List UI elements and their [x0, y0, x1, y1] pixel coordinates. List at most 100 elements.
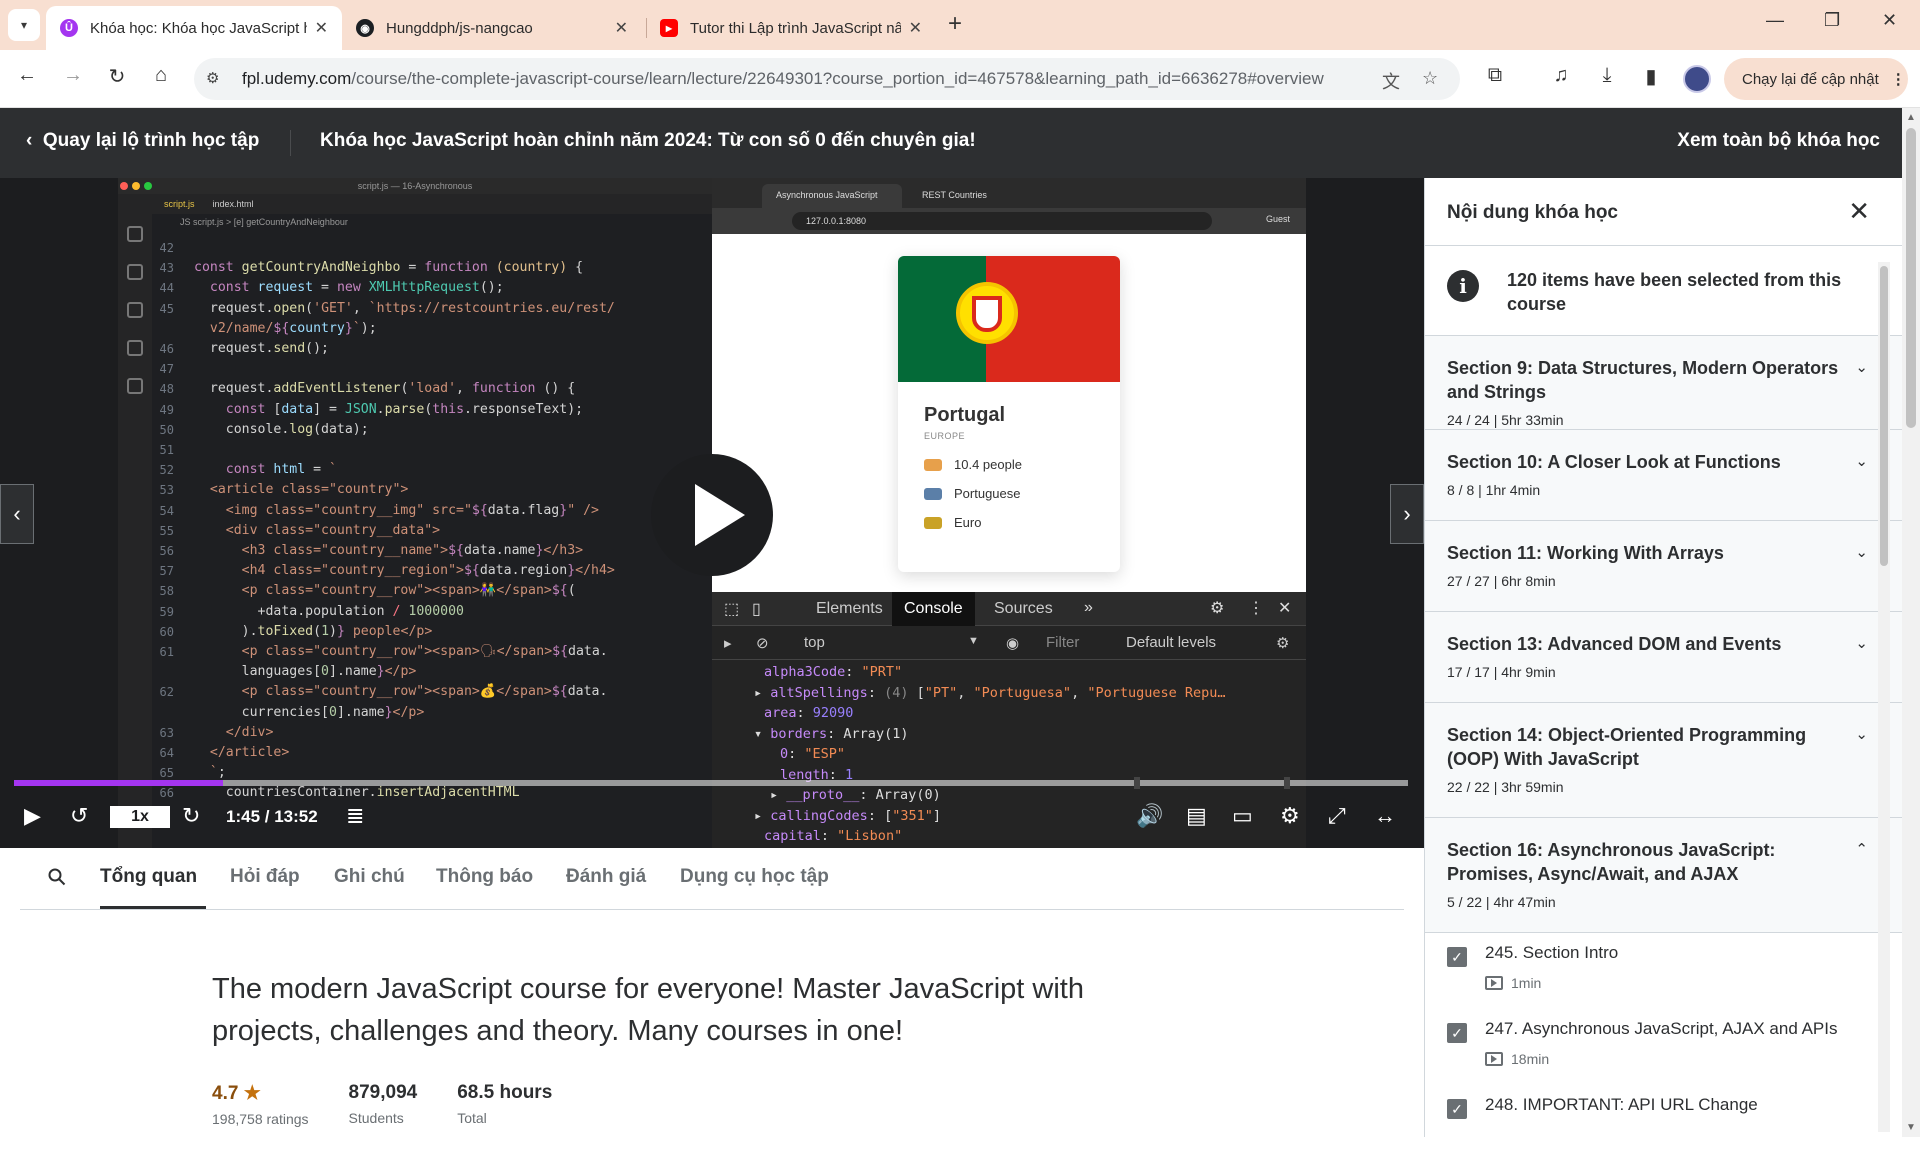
browser-tab-github[interactable]: ◉ Hungddph/js-nangcao ✕ [342, 6, 642, 50]
minimize-icon[interactable]: — [1766, 10, 1784, 31]
editor-activity-bar [118, 214, 152, 848]
tab-title: Hungddph/js-nangcao [386, 19, 533, 37]
address-bar[interactable]: ⚙ fpl.udemy.com/course/the-complete-java… [194, 58, 1460, 100]
expand-icon[interactable]: ↔ [1374, 803, 1396, 829]
download-icon[interactable]: ⤓ [1592, 64, 1622, 87]
tab-title: Khóa học: Khóa học JavaScript h [90, 19, 307, 37]
files-icon [127, 226, 143, 242]
tab-announcements[interactable]: Thông báo [436, 866, 533, 888]
extensions-icon[interactable]: ⧉ [1480, 64, 1510, 87]
back-link-label: Quay lại lộ trình học tập [42, 130, 260, 151]
browser-tab-youtube[interactable]: ▶ Tutor thi Lập trình JavaScript nâ ✕ [646, 6, 936, 50]
forward-icon[interactable]: → [58, 64, 88, 87]
previous-lecture-button[interactable]: ‹ [0, 484, 34, 544]
inner-guest-label: Guest [1265, 214, 1290, 224]
sidebar-scroll-thumb[interactable] [1880, 266, 1888, 566]
playback-rate-button[interactable]: 1x [110, 806, 170, 828]
close-icon[interactable]: ✕ [315, 18, 328, 38]
tab-qa[interactable]: Hỏi đáp [230, 866, 300, 888]
bookmark-star-icon[interactable]: ☆ [1422, 68, 1438, 89]
devtools-panel: ⬚ ▯ Elements Console Sources » ⚙ ⋮ ✕ ▸ ⊘… [712, 592, 1306, 848]
search-icon[interactable] [48, 868, 66, 886]
close-icon[interactable]: ✕ [909, 18, 922, 38]
browser-tab-udemy[interactable]: Û Khóa học: Khóa học JavaScript h ✕ [46, 6, 342, 50]
lecture-item[interactable]: ✓ 245. Section Intro 1min [1425, 933, 1902, 1009]
section-item[interactable]: Section 14: Object-Oriented Programming … [1425, 703, 1902, 818]
side-panel-icon[interactable]: ▮ [1636, 64, 1666, 89]
play-button-large[interactable] [651, 454, 773, 576]
editor-breadcrumb: JS script.js > [e] getCountryAndNeighbou… [180, 217, 348, 227]
back-icon[interactable]: ← [12, 64, 42, 87]
info-icon: i [1447, 270, 1479, 302]
maximize-icon[interactable]: ❐ [1824, 10, 1840, 31]
total-hours: 68.5 hours [457, 1082, 553, 1103]
home-icon[interactable]: ⌂ [146, 64, 176, 87]
lecture-title: 248. IMPORTANT: API URL Change [1485, 1095, 1758, 1114]
section-item[interactable]: Section 13: Advanced DOM and Events 17 /… [1425, 612, 1902, 703]
settings-icon[interactable]: ⚙ [1280, 803, 1300, 829]
translate-icon[interactable]: 文 [1382, 68, 1400, 94]
editor-title-bar: script.js — 16-Asynchronous [118, 178, 712, 194]
notes-icon[interactable]: ▤ [1186, 803, 1207, 829]
students-stat: 879,094 Students [349, 1082, 418, 1127]
tab-overview[interactable]: Tổng quan [100, 866, 197, 888]
captions-icon[interactable]: ▭ [1232, 803, 1253, 829]
tab-reviews[interactable]: Đánh giá [566, 866, 646, 888]
section-meta: 8 / 8 | 1hr 4min [1447, 482, 1541, 498]
tab-search-button[interactable]: ▾ [8, 9, 40, 41]
page-scrollbar[interactable]: ▲ ▼ [1902, 108, 1920, 1137]
completed-checkbox[interactable]: ✓ [1447, 1023, 1467, 1043]
lecture-item[interactable]: ✓ 247. Asynchronous JavaScript, AJAX and… [1425, 1009, 1902, 1085]
profile-avatar[interactable] [1683, 65, 1711, 93]
volume-icon[interactable]: 🔊 [1136, 803, 1163, 829]
update-button[interactable]: Chạy lại để cập nhật ⋮ [1724, 58, 1908, 100]
editor-tabs: script.js index.html [118, 194, 712, 214]
transcript-icon[interactable]: ≣ [346, 803, 364, 829]
portugal-flag [898, 256, 1120, 382]
close-icon: ✕ [1278, 600, 1292, 617]
tab-notes[interactable]: Ghi chú [334, 866, 405, 888]
device-toolbar-icon: ▯ [752, 601, 761, 618]
sidebar-title: Nội dung khóa học [1447, 202, 1618, 223]
more-menu-icon[interactable]: ⋮ [1891, 70, 1906, 88]
view-full-course-link[interactable]: Xem toàn bộ khóa học [1677, 130, 1880, 152]
fullscreen-icon[interactable]: ⤢ [1328, 803, 1346, 829]
inner-tab-async: Asynchronous JavaScript [762, 184, 902, 208]
scroll-down-icon[interactable]: ▼ [1906, 1122, 1916, 1133]
new-tab-button[interactable]: + [948, 12, 962, 36]
hours-stat: 68.5 hours Total [457, 1082, 552, 1127]
lecture-item[interactable]: ✓ 248. IMPORTANT: API URL Change [1425, 1085, 1902, 1161]
section-item[interactable]: Section 9: Data Structures, Modern Opera… [1425, 336, 1902, 430]
people-icon [924, 458, 942, 471]
section-item-expanded[interactable]: Section 16: Asynchronous JavaScript: Pro… [1425, 818, 1902, 933]
selection-info-text: 120 items have been selected from this c… [1507, 270, 1842, 314]
completed-checkbox[interactable]: ✓ [1447, 1099, 1467, 1119]
scroll-up-icon[interactable]: ▲ [1906, 112, 1916, 123]
section-item[interactable]: Section 10: A Closer Look at Functions 8… [1425, 430, 1902, 521]
play-icon[interactable]: ▶ [24, 803, 41, 829]
rewind-icon[interactable]: ↺ [70, 803, 88, 829]
next-lecture-button[interactable]: › [1390, 484, 1424, 544]
back-to-learning-path-link[interactable]: ‹ Quay lại lộ trình học tập [26, 130, 259, 152]
sidebar-scrollbar[interactable] [1878, 262, 1890, 1132]
console-filter: Filter [1046, 634, 1080, 651]
completed-checkbox[interactable]: ✓ [1447, 947, 1467, 967]
progress-bar[interactable] [14, 777, 1408, 789]
reload-icon[interactable]: ↻ [102, 64, 132, 89]
page-scroll-thumb[interactable] [1906, 128, 1916, 428]
inner-address-bar: 127.0.0.1:8080 Guest [712, 208, 1306, 234]
forward-icon[interactable]: ↻ [182, 803, 200, 829]
window-close-icon[interactable]: ✕ [1882, 10, 1897, 31]
update-button-label: Chạy lại để cập nhật [1742, 70, 1879, 88]
close-icon[interactable]: ✕ [1848, 196, 1870, 227]
site-info-icon[interactable]: ⚙ [206, 69, 219, 87]
tab-learning-tools[interactable]: Dụng cụ học tập [680, 866, 829, 888]
video-player[interactable]: script.js — 16-Asynchronous script.js in… [0, 178, 1424, 848]
country-card: Portugal EUROPE 10.4 people Portuguese E… [898, 256, 1120, 572]
settings-icon: ⚙ [1276, 635, 1290, 652]
section-item[interactable]: Section 11: Working With Arrays 27 / 27 … [1425, 521, 1902, 612]
close-icon[interactable]: ✕ [615, 18, 628, 38]
search-icon [127, 264, 143, 280]
console-levels: Default levels [1126, 634, 1217, 651]
media-control-icon[interactable]: ♫ [1546, 64, 1576, 87]
